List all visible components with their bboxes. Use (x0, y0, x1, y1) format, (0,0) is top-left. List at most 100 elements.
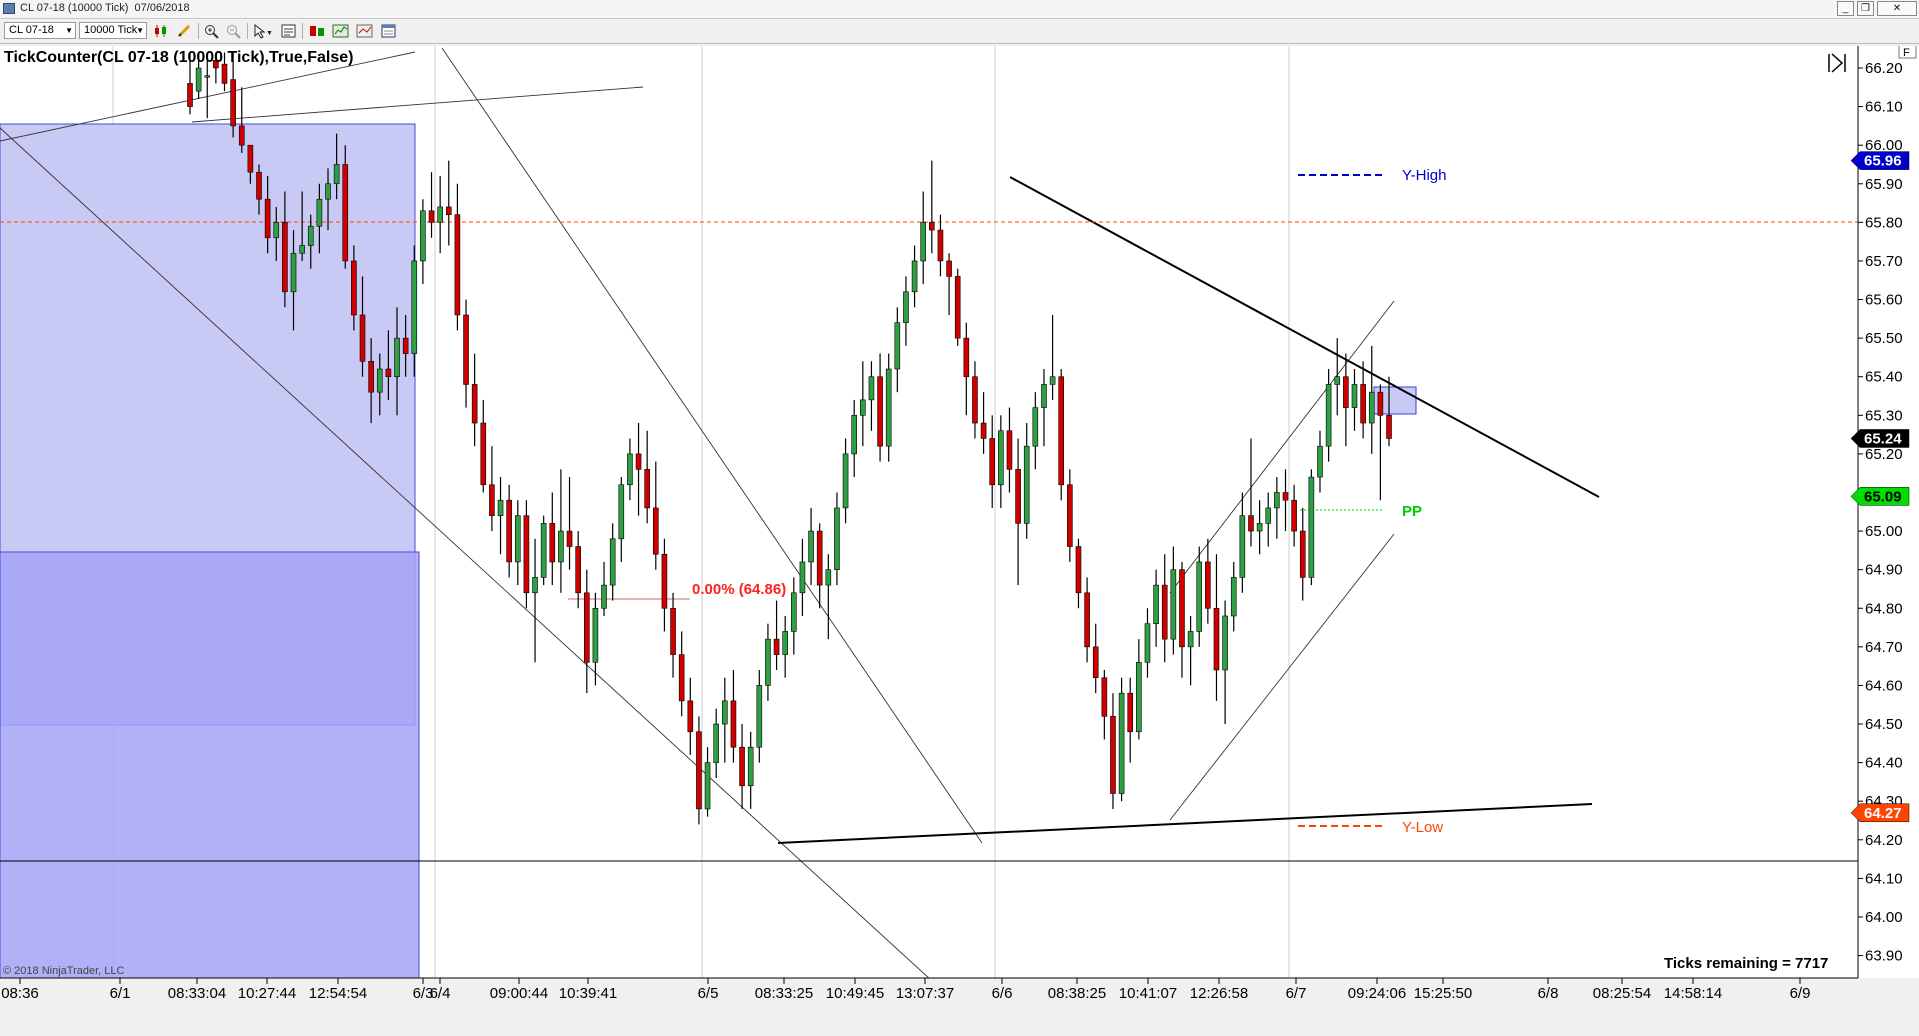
candle-body (1377, 391, 1384, 416)
candle-body (463, 314, 469, 385)
candle (954, 268, 961, 346)
candle-body (825, 569, 832, 586)
candle-body (230, 79, 236, 127)
candle-body (946, 260, 952, 277)
candle-body (1205, 561, 1211, 609)
candle-body (514, 515, 521, 563)
candle-body (351, 260, 357, 316)
rectangle-zone[interactable] (0, 551, 420, 978)
y-tick-label: 65.00 (1865, 523, 1903, 540)
minimize-button[interactable]: _ (1837, 1, 1854, 16)
candle-body (480, 422, 487, 486)
candle-body (1230, 577, 1237, 617)
candle-body (1282, 492, 1289, 501)
instrument-selector[interactable]: CL 07-18 ▼ (4, 22, 76, 39)
pp-price-marker: 65.09 (1850, 487, 1910, 506)
candle-body (1127, 692, 1134, 733)
restore-button[interactable]: ❐ (1857, 1, 1874, 16)
last-price-marker: 65.24 (1850, 429, 1910, 448)
pointer-icon[interactable]: ▼ (252, 23, 273, 39)
candle-body (842, 453, 849, 509)
chevron-down-icon: ▼ (65, 26, 73, 35)
candle-body (1058, 376, 1065, 486)
candle-body (1308, 476, 1315, 578)
candlestick-style-icon[interactable] (152, 23, 170, 39)
pp-label: PP (1402, 503, 1422, 520)
toolbar-separator (247, 23, 248, 39)
candle-body (247, 144, 254, 173)
candle-body (1299, 530, 1306, 578)
candle-body (652, 507, 659, 555)
candle-body (549, 523, 556, 563)
candle-body (1161, 584, 1168, 640)
candle-body (1265, 507, 1272, 524)
close-button[interactable]: ✕ (1877, 1, 1917, 16)
candle-body (963, 337, 970, 378)
scroll-to-end-icon[interactable] (1826, 52, 1848, 73)
interval-selector[interactable]: 10000 Tick ▼ (79, 22, 147, 39)
candle-body (808, 530, 814, 563)
candle-body (937, 229, 944, 262)
candle-body (1015, 469, 1021, 524)
panel-button-label: F (1903, 47, 1910, 59)
candle-body (221, 63, 228, 84)
x-tick-label: 10:39:41 (559, 985, 617, 1002)
y-tick-label: 64.90 (1865, 562, 1903, 579)
candle-body (1092, 646, 1099, 679)
x-tick-label: 6/7 (1286, 985, 1307, 1002)
candle-body (1023, 445, 1030, 524)
toolbar-separator (302, 23, 303, 39)
price-chart[interactable]: Y-High Y-Low PP 0.00% (64.86) TickCounte… (0, 46, 1919, 1036)
y-tick-label: 64.00 (1865, 909, 1903, 926)
properties-icon[interactable] (380, 23, 398, 39)
candle-body (238, 125, 245, 146)
candle-body (187, 83, 193, 107)
y-tick-label: 65.40 (1865, 369, 1903, 386)
x-tick-label: 15:25:50 (1414, 985, 1472, 1002)
candle-body (1075, 546, 1082, 594)
candle-body (420, 210, 426, 262)
candle-body (773, 638, 780, 655)
candle-body (445, 206, 452, 215)
x-tick-label: 10:49:45 (826, 985, 884, 1002)
candle-body (566, 530, 573, 547)
candle-body (299, 245, 305, 254)
data-box-icon[interactable] (280, 23, 298, 39)
candle-body (627, 453, 633, 486)
zoom-in-icon[interactable] (203, 23, 221, 39)
candle-body (618, 484, 625, 540)
chevron-down-icon: ▼ (136, 26, 144, 35)
candle-body (1386, 415, 1392, 439)
copyright-text: © 2018 NinjaTrader, LLC (3, 965, 124, 977)
candle-body (851, 415, 857, 455)
x-tick-label: 08:33:25 (755, 985, 813, 1002)
draw-pencil-icon[interactable] (176, 23, 194, 39)
y-tick-label: 65.30 (1865, 407, 1903, 424)
candle-body (575, 546, 581, 594)
candle-body (1248, 515, 1254, 532)
y-high-label: Y-High (1402, 167, 1446, 184)
y-tick-label: 64.70 (1865, 639, 1903, 656)
candle-body (489, 484, 495, 516)
candle-body (696, 731, 702, 810)
x-tick-label: 6/1 (110, 985, 131, 1002)
y-high-price-marker-label: 65.96 (1864, 153, 1902, 170)
candle-body (1049, 376, 1056, 385)
candle-body (954, 276, 961, 339)
candle-body (1239, 515, 1246, 578)
candle-body (920, 222, 927, 262)
x-tick-label: 10:27:44 (238, 985, 296, 1002)
bar-style-icon[interactable] (308, 23, 326, 39)
y-tick-label: 64.80 (1865, 600, 1903, 617)
candle-body (282, 222, 288, 293)
candle-body (730, 700, 737, 748)
zoom-out-icon[interactable] (225, 23, 243, 39)
candle-body (264, 198, 271, 239)
candle-body (316, 198, 323, 227)
candle-body (609, 538, 616, 586)
candle-body (558, 530, 564, 563)
pp-price-marker-label: 65.09 (1864, 488, 1902, 505)
strategies-icon[interactable] (356, 23, 374, 39)
indicators-icon[interactable] (332, 23, 350, 39)
candle-body (670, 607, 676, 655)
